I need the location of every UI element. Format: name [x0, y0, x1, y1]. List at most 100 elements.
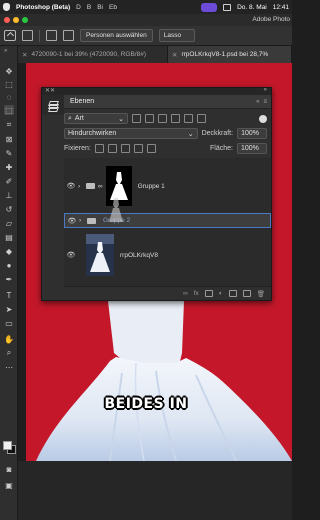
collapse-panel-icon[interactable]: » [264, 87, 267, 93]
layers-list: 👁 › ∞ Gruppe 1 👁 › Gruppe 2 [64, 158, 271, 295]
zoom-tool-icon[interactable]: ⌕ [4, 348, 14, 358]
menu-item-bild[interactable]: Bi [97, 4, 103, 11]
new-layer-icon[interactable] [242, 290, 251, 297]
close-tab-icon[interactable]: ✕ [22, 51, 27, 59]
layer-name[interactable]: rrpOLKrkqV8 [120, 252, 158, 259]
expand-chevron-icon[interactable]: › [79, 217, 85, 224]
trash-icon[interactable]: 🗑 [257, 290, 265, 298]
control-center-icon[interactable] [223, 3, 232, 11]
quick-mask-icon[interactable]: ◙ [4, 464, 14, 474]
path-selection-tool-icon[interactable]: ➤ [4, 304, 14, 314]
lock-transparent-icon[interactable] [94, 144, 104, 153]
more-tools-icon[interactable]: ⋯ [4, 362, 14, 372]
menu-item-ebene[interactable]: Eb [109, 4, 117, 11]
lock-position-icon[interactable] [120, 144, 130, 153]
tab-document-2[interactable]: ✕ rrpOLKrkqV8-1.psd bei 28,7% [168, 46, 292, 63]
new-group-icon[interactable] [228, 290, 237, 297]
home-icon[interactable] [4, 30, 16, 41]
lock-all-icon[interactable] [146, 144, 156, 153]
quick-selection-tool-icon[interactable] [22, 30, 33, 41]
layer-thumbnail[interactable] [86, 234, 114, 276]
move-tool-icon[interactable]: ✥ [4, 66, 14, 76]
filter-artboard-icon[interactable] [197, 114, 206, 123]
layer-style-fx-button[interactable]: fx [194, 290, 199, 297]
menu-date[interactable]: Do. 8. Mai [237, 4, 267, 11]
layer-name[interactable]: Gruppe 1 [138, 183, 165, 190]
close-window-button[interactable] [4, 17, 10, 23]
minimize-window-button[interactable] [13, 17, 19, 23]
selection-mode-icon[interactable] [46, 30, 57, 41]
foreground-color-swatch[interactable] [3, 441, 12, 450]
gradient-tool-icon[interactable]: ▤ [4, 232, 14, 242]
link-icon: ∞ [98, 182, 103, 190]
rectangle-tool-icon[interactable]: ▭ [4, 318, 14, 328]
object-selection-tool-icon[interactable]: ⬚ [4, 105, 14, 115]
close-tab-icon[interactable]: ✕ [172, 51, 177, 59]
filter-shape-icon[interactable] [171, 114, 180, 123]
screen-mode-icon[interactable]: ▣ [4, 480, 14, 490]
history-brush-tool-icon[interactable]: ↺ [4, 204, 14, 214]
frame-tool-icon[interactable]: ⊠ [4, 134, 14, 144]
blend-mode-value: Hindurchwirken [68, 130, 117, 137]
panel-menu-icon[interactable]: ≡ [263, 99, 267, 105]
layer-filter-row: ⌕ Art ⌄ [64, 113, 267, 124]
lock-image-icon[interactable] [107, 144, 117, 153]
folder-icon [86, 183, 95, 189]
collapse-toolbar-icon[interactable]: » [4, 48, 7, 54]
menu-item-bearbeiten[interactable]: B [87, 4, 91, 11]
filter-adjustment-icon[interactable] [145, 114, 154, 123]
tab-layers[interactable]: Ebenen [64, 98, 100, 105]
select-subject-button[interactable]: Personen auswählen [80, 29, 153, 42]
adjustment-layer-icon[interactable]: ◐ [219, 290, 223, 297]
fill-value: 100% [241, 145, 259, 152]
add-mask-icon[interactable] [204, 290, 213, 297]
visibility-eye-icon[interactable]: 👁 [65, 217, 79, 225]
filter-smart-object-icon[interactable] [184, 114, 193, 123]
tab-document-1[interactable]: ✕ 4720090-1 bei 39% (4720090, RGB/8#) [18, 46, 168, 63]
filter-toggle[interactable] [259, 114, 267, 123]
lasso-tool-icon[interactable]: ◌ [4, 92, 14, 102]
close-panel-icon[interactable]: ✕✕ [45, 87, 55, 94]
layer-row-rrpolkrkqv8[interactable]: 👁 rrpOLKrkqV8 [64, 233, 271, 277]
opacity-input[interactable]: 100% [237, 128, 267, 139]
menu-item-datei[interactable]: D [76, 4, 81, 11]
tools-panel: » ✥ ⬚ ◌ ⬚ ⌗ ⊠ ✎ ✚ ✐ ⊥ ↺ ▱ ▤ ◆ ● ✒ T ➤ ▭ … [0, 46, 18, 520]
expand-chevron-icon[interactable]: › [78, 183, 84, 190]
hand-tool-icon[interactable]: ✋ [4, 334, 14, 344]
options-bar: Personen auswählen Lasso [0, 26, 292, 46]
brush-tool-icon[interactable]: ✐ [4, 176, 14, 186]
blend-mode-select[interactable]: Hindurchwirken ⌄ [64, 128, 198, 139]
folder-icon [87, 217, 96, 224]
menu-time[interactable]: 12:41 [273, 4, 289, 11]
eyedropper-tool-icon[interactable]: ✎ [4, 148, 14, 158]
crop-tool-icon[interactable]: ⌗ [4, 120, 14, 130]
menu-app-name[interactable]: Photoshop (Beta) [16, 4, 70, 11]
layer-row-gruppe-1[interactable]: 👁 › ∞ Gruppe 1 [64, 162, 271, 210]
fill-input[interactable]: 100% [237, 143, 267, 154]
lasso-dropdown[interactable]: Lasso [158, 29, 195, 42]
visibility-eye-icon[interactable]: 👁 [64, 182, 78, 190]
clone-stamp-tool-icon[interactable]: ⊥ [4, 190, 14, 200]
collapse-icon[interactable]: « [256, 99, 259, 105]
blur-tool-icon[interactable]: ◆ [4, 246, 14, 256]
layer-row-gruppe-2[interactable]: 👁 › Gruppe 2 [64, 213, 271, 228]
filter-kind-select[interactable]: ⌕ Art ⌄ [64, 113, 128, 124]
sample-all-layers-icon[interactable] [63, 30, 74, 41]
marquee-tool-icon[interactable]: ⬚ [4, 79, 14, 89]
filter-type-icon[interactable] [158, 114, 167, 123]
zoom-window-button[interactable] [22, 17, 28, 23]
lock-artboard-icon[interactable] [133, 144, 143, 153]
eraser-tool-icon[interactable]: ▱ [4, 218, 14, 228]
type-tool-icon[interactable]: T [4, 290, 14, 300]
screen-record-icon[interactable] [201, 2, 218, 12]
link-layers-icon[interactable]: ∞ [183, 290, 188, 297]
visibility-eye-icon[interactable]: 👁 [64, 251, 78, 259]
blend-row: Hindurchwirken ⌄ Deckkraft: 100% [64, 128, 267, 139]
dodge-tool-icon[interactable]: ● [4, 260, 14, 270]
filter-pixel-icon[interactable] [132, 114, 141, 123]
search-icon: ⌕ [68, 114, 72, 122]
apple-icon[interactable] [3, 3, 10, 11]
healing-brush-tool-icon[interactable]: ✚ [4, 162, 14, 172]
layers-rail-button[interactable] [42, 95, 64, 115]
pen-tool-icon[interactable]: ✒ [4, 274, 14, 284]
